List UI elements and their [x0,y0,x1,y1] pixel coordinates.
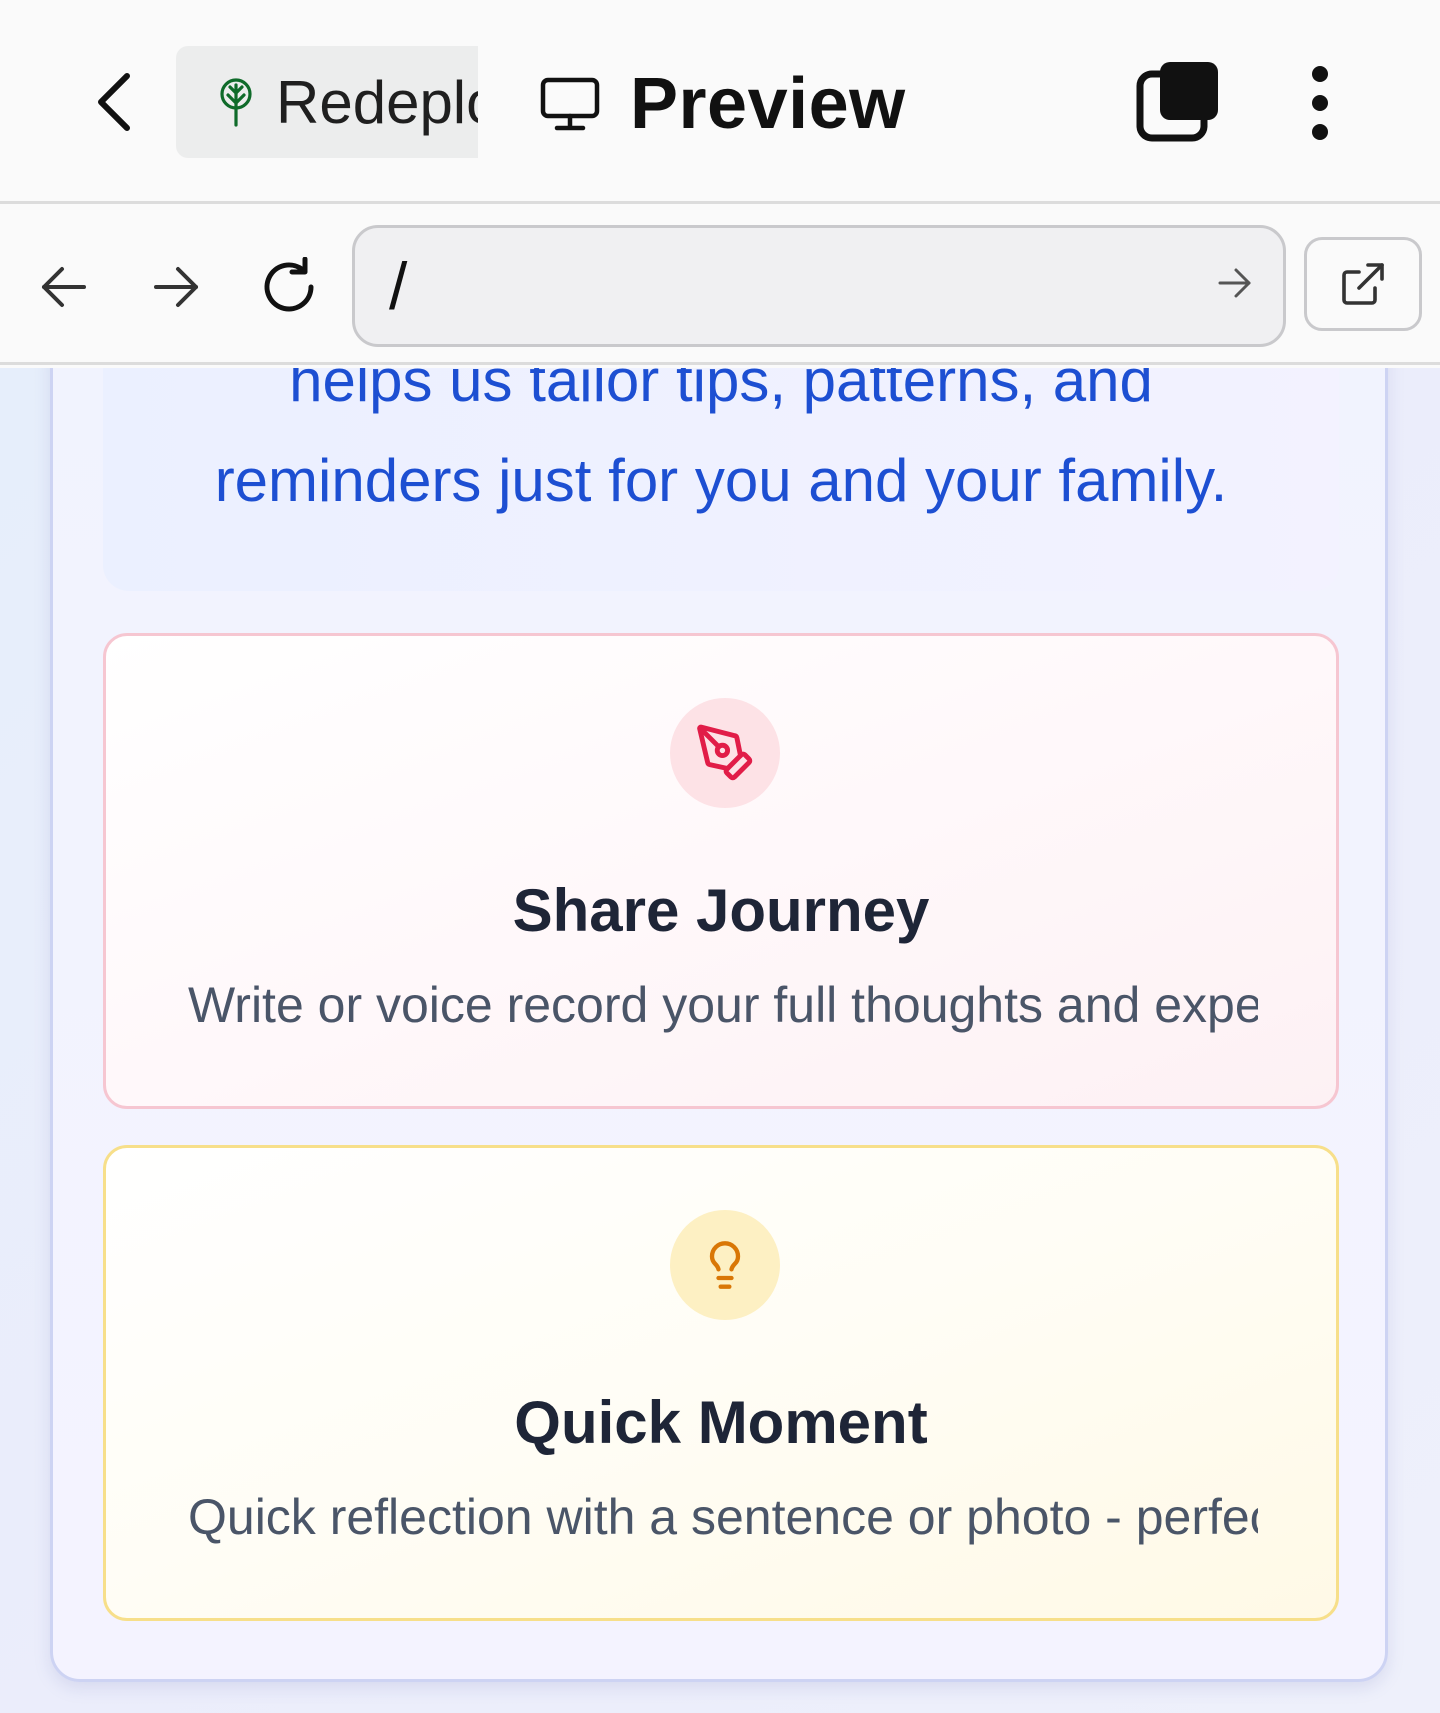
external-link-icon [1342,263,1384,305]
url-input[interactable]: / [352,225,1286,347]
page-viewport: helps us tailor tips, patterns, and remi… [0,368,1440,1713]
intro-box: helps us tailor tips, patterns, and remi… [103,368,1339,591]
reload-icon [264,257,314,312]
share-journey-title: Share Journey [512,877,930,944]
tabs-switcher-button[interactable] [1134,58,1224,148]
app-tab[interactable]: Redeploy [176,46,478,158]
quick-moment-title: Quick Moment [514,1389,928,1456]
tabs-icon [1136,62,1218,142]
go-arrow-icon[interactable] [1217,266,1253,300]
open-external-button[interactable] [1304,237,1422,331]
preview-tab-label: Preview [630,64,906,144]
reload-button[interactable] [250,247,330,327]
nav-forward-button[interactable] [136,247,216,327]
tree-icon [220,78,252,127]
more-vert-icon-dot [1312,95,1328,111]
quick-moment-card[interactable]: Quick Moment Quick reflection with a sen… [103,1145,1339,1621]
arrow-left-icon [42,267,86,307]
app-bar: Redeploy Preview [0,0,1440,204]
back-button[interactable] [80,62,146,142]
url-text: / [389,249,408,323]
arrow-right-icon [154,267,198,307]
more-vert-icon-dot [1312,124,1328,140]
quick-moment-description: Quick reflection with a sentence or phot… [188,1489,1258,1545]
more-options-button[interactable] [1290,58,1350,148]
nav-back-button[interactable] [24,247,104,327]
quick-moment-icon-circle [670,1210,780,1320]
more-vert-icon-dot [1312,66,1328,82]
share-journey-icon-circle [670,698,780,808]
monitor-icon [540,77,600,131]
lightbulb-icon [709,1241,741,1289]
share-journey-card[interactable]: Share Journey Write or voice record your… [103,633,1339,1109]
url-bar: / [0,207,1440,365]
intro-line-2: reminders just for you and your family. [214,447,1228,514]
intro-text: helps us tailor tips, patterns, and remi… [103,368,1339,531]
pen-tool-icon [697,724,753,781]
app-tab-label: Redeploy [276,68,478,136]
share-journey-description: Write or voice record your full thoughts… [188,977,1258,1033]
onboarding-card: helps us tailor tips, patterns, and remi… [50,368,1388,1682]
intro-line-1: helps us tailor tips, patterns, and [289,368,1153,414]
chevron-left-icon [98,73,130,131]
preview-tab[interactable]: Preview [540,54,906,154]
